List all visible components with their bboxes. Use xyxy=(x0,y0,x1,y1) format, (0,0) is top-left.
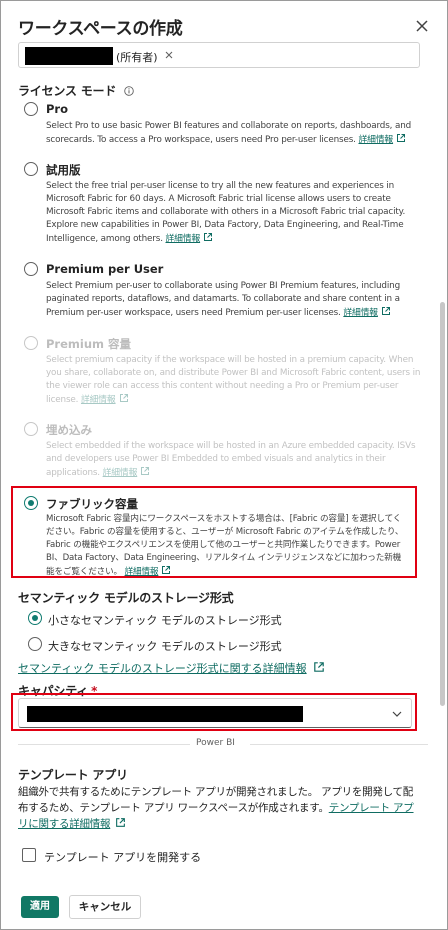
option-title-trial: 試用版 xyxy=(46,163,81,177)
details-link-pro[interactable]: 詳細情報 xyxy=(358,135,393,145)
scrollbar[interactable] xyxy=(440,302,445,706)
remove-owner-icon[interactable] xyxy=(164,50,174,60)
option-desc-premium-capacity: Select premium capacity if the workspace… xyxy=(46,355,421,405)
storage-details-link[interactable]: セマンティック モデルのストレージ形式に関する詳細情報 xyxy=(18,660,325,676)
capacity-dropdown[interactable] xyxy=(18,698,412,728)
dialog-title: ワークスペースの作成 xyxy=(18,19,183,39)
divider xyxy=(250,744,428,745)
large-storage-label: 大きなセマンティック モデルのストレージ形式 xyxy=(48,640,282,653)
option-desc-trial: Select the free trial per-user license t… xyxy=(46,181,406,244)
details-link-premium-capacity[interactable]: 詳細情報 xyxy=(81,395,116,405)
license-mode-heading: ライセンス モード xyxy=(18,82,134,99)
option-desc-pro: Select Pro to use basic Power BI feature… xyxy=(46,121,412,145)
chevron-down-icon xyxy=(392,711,402,717)
external-link-icon xyxy=(381,307,390,315)
external-link-icon xyxy=(116,818,126,827)
divider xyxy=(18,744,190,745)
radio-large-storage[interactable] xyxy=(28,637,42,651)
owner-tag: (所有者) xyxy=(116,51,158,64)
option-title-fabric-capacity: ファブリック容量 xyxy=(46,497,138,511)
divider-label: Power BI xyxy=(196,738,235,748)
radio-premium-per-user[interactable] xyxy=(24,262,38,276)
external-link-icon xyxy=(119,394,128,402)
cancel-button[interactable]: キャンセル xyxy=(69,895,141,919)
template-app-description: 組織外で共有するためにテンプレート アプリが開発されました。 アプリを開発して配… xyxy=(18,786,414,830)
info-icon[interactable] xyxy=(124,86,134,96)
external-link-icon xyxy=(397,134,406,142)
small-storage-label: 小さなセマンティック モデルのストレージ形式 xyxy=(48,614,282,627)
radio-fabric-capacity[interactable] xyxy=(24,496,38,510)
option-title-premium-capacity: Premium 容量 xyxy=(46,337,131,351)
option-desc-fabric-capacity: Microsoft Fabric 容量内にワークスペースをホストする場合は、[F… xyxy=(46,514,404,577)
close-icon[interactable] xyxy=(414,18,430,34)
option-title-embedded: 埋め込み xyxy=(46,423,92,437)
external-link-icon xyxy=(204,233,213,241)
option-desc-premium-per-user: Select Premium per-user to collaborate u… xyxy=(46,281,401,318)
external-link-icon xyxy=(313,662,324,672)
external-link-icon xyxy=(141,467,150,475)
template-app-heading: テンプレート アプリ xyxy=(18,768,128,782)
details-link-fabric-capacity[interactable]: 詳細情報 xyxy=(125,567,159,577)
option-title-pro: Pro xyxy=(46,102,69,116)
apply-button[interactable]: 適用 xyxy=(21,896,59,918)
capacity-value-redacted xyxy=(27,706,303,722)
option-desc-embedded: Select embedded if the workspace will be… xyxy=(46,441,416,478)
details-link-trial[interactable]: 詳細情報 xyxy=(166,234,201,244)
develop-template-app-checkbox[interactable] xyxy=(22,848,36,862)
external-link-icon xyxy=(162,566,171,574)
option-title-premium-per-user: Premium per User xyxy=(46,262,164,276)
storage-format-heading: セマンティック モデルのストレージ形式 xyxy=(18,591,234,605)
radio-premium-capacity[interactable] xyxy=(24,336,38,350)
details-link-embedded[interactable]: 詳細情報 xyxy=(103,468,138,478)
develop-template-app-label: テンプレート アプリを開発する xyxy=(44,851,202,864)
radio-embedded[interactable] xyxy=(24,422,38,436)
radio-trial[interactable] xyxy=(24,162,38,176)
owner-picker[interactable]: (所有者) xyxy=(18,42,420,68)
details-link-premium-per-user[interactable]: 詳細情報 xyxy=(343,308,378,318)
radio-pro[interactable] xyxy=(24,102,38,116)
radio-small-storage[interactable] xyxy=(28,611,42,625)
owner-name-redacted xyxy=(25,47,113,65)
